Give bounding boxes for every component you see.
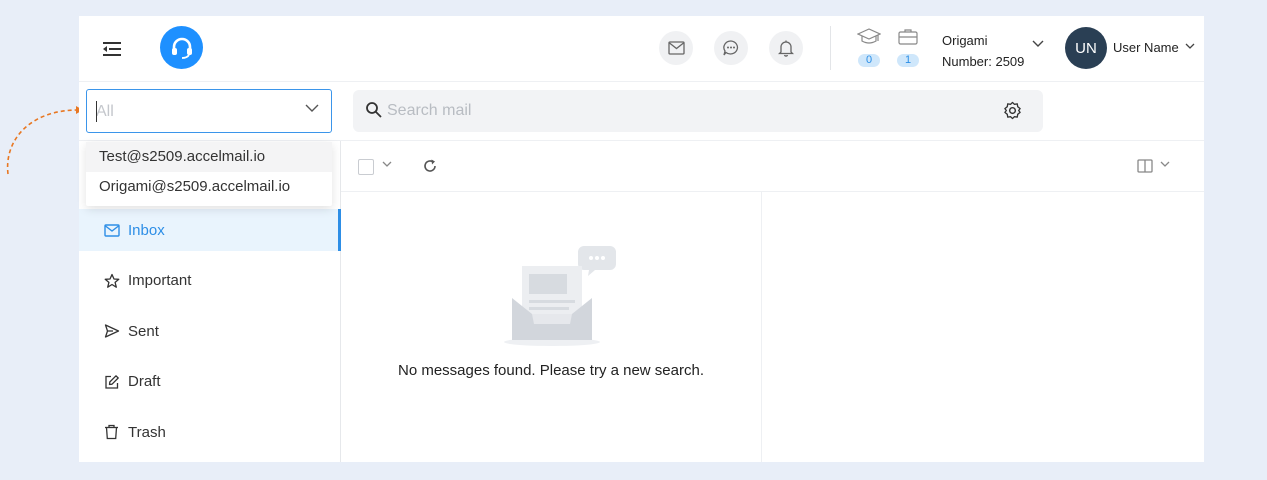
- envelope-icon: [667, 41, 685, 55]
- sidebar-item-inbox[interactable]: Inbox: [79, 209, 341, 251]
- annotation-arrow-icon: [6, 106, 83, 175]
- sidebar-item-label: Inbox: [128, 221, 165, 239]
- organization-switcher[interactable]: Origami Number: 2509: [942, 30, 1024, 72]
- star-icon: [103, 272, 120, 289]
- search-bar: [353, 90, 1043, 132]
- mail-icon: [103, 222, 120, 239]
- org-name: Origami: [942, 33, 988, 48]
- empty-inbox-icon: [504, 246, 616, 346]
- sidebar-item-draft[interactable]: Draft: [79, 361, 340, 403]
- sidebar-border: [340, 141, 341, 462]
- mail-header-button[interactable]: [659, 31, 693, 65]
- chevron-down-icon[interactable]: [382, 161, 392, 168]
- refresh-icon[interactable]: [422, 158, 438, 174]
- courses-stat[interactable]: 0: [856, 28, 882, 67]
- text-cursor: [96, 101, 97, 122]
- graduation-cap-icon: [856, 28, 882, 44]
- send-icon: [103, 323, 120, 340]
- bell-icon: [778, 40, 794, 57]
- avatar[interactable]: UN: [1065, 27, 1107, 69]
- sidebar-item-sent[interactable]: Sent: [79, 310, 340, 352]
- chevron-down-icon[interactable]: [305, 104, 319, 113]
- chat-bubble-icon: [723, 40, 739, 56]
- briefcase-icon: [898, 29, 918, 45]
- search-input[interactable]: [387, 99, 987, 123]
- empty-state-message: No messages found. Please try a new sear…: [398, 362, 704, 379]
- account-select-placeholder: All: [96, 103, 114, 120]
- chat-header-button[interactable]: [714, 31, 748, 65]
- reading-pane-divider: [761, 192, 762, 462]
- org-number: Number: 2509: [942, 54, 1025, 69]
- search-icon: [366, 102, 382, 118]
- chevron-down-icon[interactable]: [1032, 40, 1044, 48]
- account-option[interactable]: Test@s2509.accelmail.io: [86, 142, 332, 172]
- notifications-button[interactable]: [769, 31, 803, 65]
- sidebar-item-label: Trash: [128, 423, 166, 441]
- menu-collapse-icon[interactable]: [101, 38, 123, 60]
- courses-count-badge: 0: [858, 54, 880, 67]
- jobs-stat[interactable]: 1: [895, 28, 921, 67]
- chevron-down-icon[interactable]: [1160, 161, 1170, 168]
- select-all-checkbox[interactable]: [358, 159, 374, 175]
- sidebar-item-label: Sent: [128, 322, 159, 340]
- sidebar-item-trash[interactable]: Trash: [79, 411, 340, 453]
- content-top-border: [79, 140, 1204, 141]
- user-name[interactable]: User Name: [1113, 40, 1179, 55]
- gear-icon[interactable]: [1003, 101, 1022, 120]
- account-dropdown: Test@s2509.accelmail.io Origami@s2509.ac…: [86, 142, 332, 206]
- jobs-count-badge: 1: [897, 54, 919, 67]
- sidebar-nav: Inbox Important Sent Draft Trash: [79, 209, 341, 462]
- split-view-icon[interactable]: [1137, 159, 1153, 173]
- trash-icon: [103, 424, 120, 441]
- mail-app: 0 1 Origami Number: 2509 UN User Name Al…: [79, 16, 1204, 462]
- edit-icon: [103, 373, 120, 390]
- header-divider: [830, 26, 831, 70]
- account-select[interactable]: All: [86, 89, 332, 133]
- sidebar-item-label: Draft: [128, 373, 161, 390]
- headset-logo-icon[interactable]: [160, 26, 203, 69]
- chevron-down-icon[interactable]: [1185, 43, 1195, 50]
- top-header: 0 1 Origami Number: 2509 UN User Name: [79, 16, 1204, 82]
- sidebar-item-label: Important: [128, 272, 192, 289]
- sidebar-item-important[interactable]: Important: [79, 260, 340, 302]
- account-option[interactable]: Origami@s2509.accelmail.io: [86, 172, 332, 202]
- toolbar-border: [341, 191, 1204, 192]
